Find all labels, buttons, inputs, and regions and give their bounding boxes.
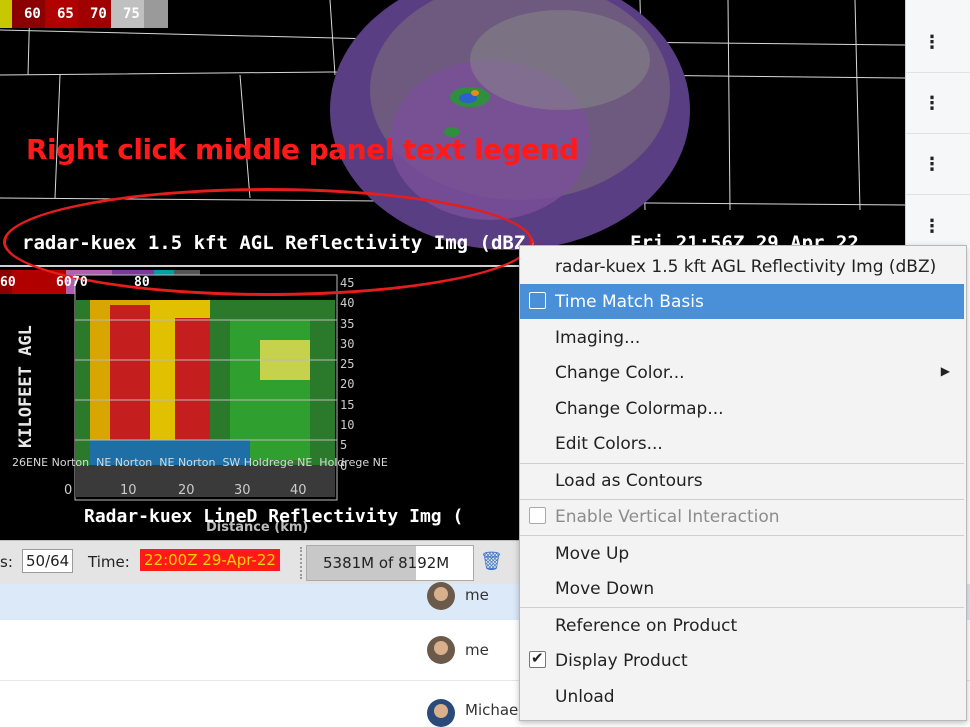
frames-value: 50/64 [22,549,74,573]
chat-author: me [465,586,489,604]
menu-item-label: Move Up [555,543,630,564]
menu-item-label: Enable Vertical Interaction [555,506,780,527]
menu-item-reference-product[interactable]: Reference on Product [520,608,964,643]
checkbox-icon[interactable] [529,292,546,309]
x-tick: 10 [120,483,137,498]
colorbar-label: 75 [123,6,140,22]
colorbar-label: 70 [72,274,88,290]
y-tick: 40 [340,296,355,311]
menu-item-edit-colors[interactable]: Edit Colors... [520,426,964,461]
menu-item-move-up[interactable]: Move Up [520,536,964,571]
avatar [427,699,455,727]
time-value: 22:00Z 29-Apr-22 [140,549,280,571]
more-options-icon[interactable]: ⋮ [906,74,970,134]
y-tick: 20 [340,377,355,392]
menu-item-label: Change Color... [555,362,685,383]
colorbar-label: 70 [90,6,107,22]
menu-item-label: Imaging... [555,327,641,348]
xsection-title: Radar-kuex LineD Reflectivity Img ( [84,506,464,527]
status-bar: s: 50/64 Time: 22:00Z 29-Apr-22 5381M of… [0,540,520,585]
menu-item-label: Change Colormap... [555,398,724,419]
frames-label: s: [0,553,13,571]
menu-item-imaging[interactable]: Imaging... [520,320,964,355]
x-tick: 0 [64,483,73,498]
menu-item-enable-vertical: Enable Vertical Interaction [520,499,964,534]
menu-item-label: Time Match Basis [555,291,704,312]
colorbar-label: 60 [0,274,16,290]
avatar [427,636,455,664]
y-tick: 45 [340,276,355,290]
menu-item-move-down[interactable]: Move Down [520,571,964,606]
menu-item-change-color[interactable]: Change Color... ▶ [520,355,964,390]
memory-text: 5381M of 8192M [323,554,450,572]
chat-author: Michae [465,701,519,719]
more-options-icon[interactable]: ⋮ [906,135,970,195]
more-options-icon[interactable]: ⋮ [906,13,970,73]
y-tick: 25 [340,357,355,372]
y-axis-label: KILOFEET AGL [16,325,36,448]
colorbar-label: 60 [56,274,72,290]
y-tick: 30 [340,336,355,351]
chat-author: me [465,641,489,659]
menu-title: radar-kuex 1.5 kft AGL Reflectivity Img … [520,249,964,284]
x-tick: 30 [234,483,251,498]
colorbar-label: 60 [24,6,41,22]
menu-item-label: Reference on Product [555,615,738,636]
y-tick: 35 [340,316,355,331]
menu-item-label: Move Down [555,578,655,599]
y-ticks: 45 40 35 30 25 20 15 10 5 0 [340,273,354,476]
menu-item-display-product[interactable]: Display Product [520,643,964,678]
menu-item-unload[interactable]: Unload [520,679,964,714]
checkbox-icon [529,507,546,524]
location-labels: 26ENE Norton NE Norton NE Norton SW Hold… [12,456,388,469]
message-actions-column: ⋮ ⋮ ⋮ ⋮ [905,0,970,245]
menu-item-label: Display Product [555,650,688,671]
trash-icon[interactable]: 🗑 [480,551,503,572]
menu-item-label: Load as Contours [555,470,703,491]
submenu-arrow-icon: ▶ [940,364,950,378]
checkbox-checked-icon[interactable] [529,649,546,668]
colorbar-label: 80 [134,274,150,290]
colorbar-label: 65 [57,6,74,22]
menu-item-change-colormap[interactable]: Change Colormap... [520,391,964,426]
y-tick: 10 [340,418,355,433]
top-colorbar: 60 65 70 75 [0,0,144,28]
x-tick: 20 [178,483,195,498]
y-tick: 15 [340,397,355,412]
x-tick: 40 [290,483,307,498]
y-tick: 5 [340,438,348,453]
status-separator [300,547,302,579]
menu-title-text: radar-kuex 1.5 kft AGL Reflectivity Img … [555,256,937,277]
time-label: Time: [88,553,130,571]
menu-item-label: Edit Colors... [555,433,663,454]
instruction-annotation: Right click middle panel text legend [26,133,579,166]
menu-item-load-contours[interactable]: Load as Contours [520,463,964,498]
avatar [427,582,455,610]
memory-meter: 5381M of 8192M [306,545,474,581]
mid-colorbar: 60 60 70 80 [0,270,154,294]
context-menu: radar-kuex 1.5 kft AGL Reflectivity Img … [519,245,967,721]
menu-item-label: Unload [555,686,615,707]
menu-item-time-match-basis[interactable]: Time Match Basis [520,284,964,319]
